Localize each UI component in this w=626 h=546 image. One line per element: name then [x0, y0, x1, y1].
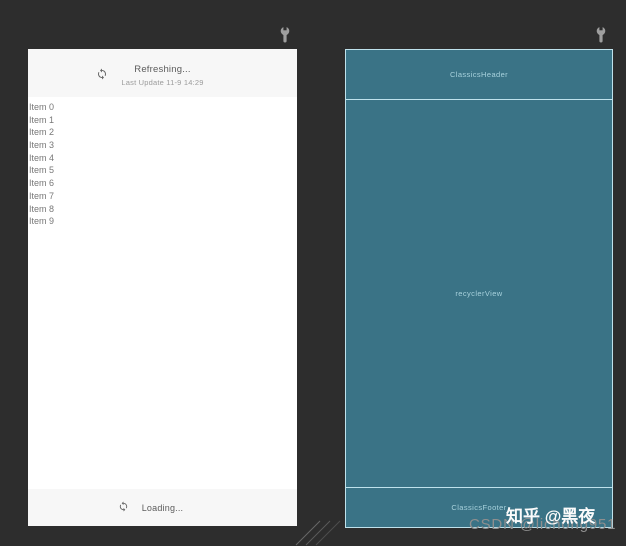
blueprint-preview-screen[interactable]: ClassicsHeader recyclerView ClassicsFoot… — [345, 49, 613, 528]
zhihu-watermark: 知乎 @黑夜 — [506, 507, 596, 526]
refresh-header-text: Refreshing... Last Update 11-9 14:29 — [28, 64, 297, 87]
classics-header-label: ClassicsHeader — [449, 70, 509, 79]
list-item[interactable]: Item 3 — [28, 139, 297, 152]
classics-footer-label: ClassicsFooter — [451, 503, 507, 512]
list-item[interactable]: Item 7 — [28, 190, 297, 203]
blueprint-recycler-view[interactable]: recyclerView — [346, 100, 612, 487]
blueprint-classics-header[interactable]: ClassicsHeader — [346, 50, 612, 100]
rendered-preview-screen[interactable]: Refreshing... Last Update 11-9 14:29 Ite… — [28, 49, 297, 526]
recycler-view-label: recyclerView — [455, 289, 503, 298]
list-item[interactable]: Item 1 — [28, 114, 297, 127]
list-item[interactable]: Item 5 — [28, 164, 297, 177]
refresh-status-label: Refreshing... — [134, 64, 191, 75]
list-item[interactable]: Item 4 — [28, 152, 297, 165]
item-list[interactable]: Item 0 Item 1 Item 2 Item 3 Item 4 Item … — [28, 97, 297, 228]
wrench-icon[interactable] — [280, 26, 290, 43]
load-more-footer[interactable]: Loading... — [28, 489, 297, 526]
list-item[interactable]: Item 6 — [28, 177, 297, 190]
resize-grip[interactable] — [292, 517, 342, 546]
refresh-header[interactable]: Refreshing... Last Update 11-9 14:29 — [28, 49, 297, 97]
list-item[interactable]: Item 8 — [28, 203, 297, 216]
design-surface: Refreshing... Last Update 11-9 14:29 Ite… — [0, 0, 626, 546]
last-update-label: Last Update 11-9 14:29 — [121, 77, 204, 87]
list-item[interactable]: Item 0 — [28, 101, 297, 114]
list-item[interactable]: Item 2 — [28, 126, 297, 139]
wrench-icon[interactable] — [596, 26, 606, 43]
loading-label: Loading... — [141, 503, 184, 513]
list-item[interactable]: Item 9 — [28, 215, 297, 228]
